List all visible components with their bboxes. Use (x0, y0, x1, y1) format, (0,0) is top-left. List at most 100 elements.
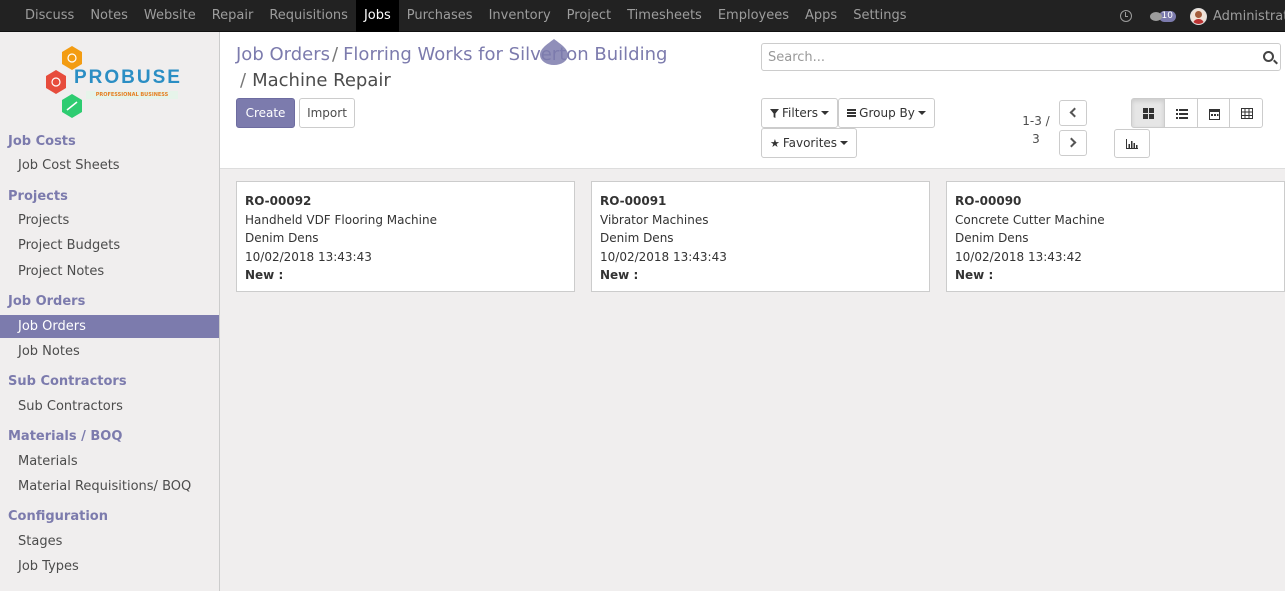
logo-wordmark: PROBUSE (74, 67, 182, 88)
menu-notes[interactable]: Notes (82, 0, 136, 32)
card-stage: New : (600, 268, 639, 282)
company-logo[interactable]: PROBUSE PROFESSIONAL BUSINESS (42, 44, 182, 120)
kanban-grid-icon (1143, 108, 1154, 119)
menu-timesheets[interactable]: Timesheets (619, 0, 710, 32)
table-grid-icon (1241, 108, 1253, 119)
bar-chart-icon (1126, 139, 1138, 149)
card-date: 10/02/2018 13:43:43 (600, 249, 727, 264)
main-menu: Discuss Notes Website Repair Requisition… (17, 0, 915, 32)
filter-funnel-icon (770, 108, 779, 118)
sidebar-item-job-notes[interactable]: Job Notes (0, 340, 219, 363)
job-order-card[interactable]: RO-00092 Handheld VDF Flooring Machine D… (236, 181, 575, 292)
section-job-orders: Job Orders (8, 294, 86, 309)
breadcrumb-current-row: / Machine Repair (240, 69, 391, 93)
chat-bubble-icon (1149, 11, 1162, 21)
breadcrumb: Job Orders / Florring Works for Silverton … (236, 43, 667, 67)
systray: 10 Administrator (1119, 0, 1285, 32)
search-box (761, 43, 1281, 71)
chevron-down-icon (917, 111, 926, 115)
card-stage: New : (245, 268, 284, 282)
card-customer: Denim Dens (955, 231, 1029, 245)
job-order-card[interactable]: RO-00091 Vibrator Machines Denim Dens 10… (591, 181, 930, 292)
list-icon (1176, 109, 1188, 119)
card-date: 10/02/2018 13:43:42 (955, 249, 1082, 264)
job-order-card[interactable]: RO-00090 Concrete Cutter Machine Denim D… (946, 181, 1285, 292)
groupby-label: Group By (859, 106, 915, 120)
breadcrumb-separator: / (240, 70, 247, 91)
card-product-name: Concrete Cutter Machine (955, 212, 1105, 227)
list-view-button[interactable] (1164, 98, 1198, 128)
create-button[interactable]: Create (236, 98, 295, 128)
pager-value[interactable]: 1-3 / 3 (1018, 112, 1054, 148)
menu-settings[interactable]: Settings (845, 0, 914, 32)
section-projects: Projects (8, 189, 68, 204)
section-sub-contractors: Sub Contractors (8, 374, 127, 389)
group-bars-icon (847, 109, 857, 117)
card-product-name: Vibrator Machines (600, 212, 709, 227)
card-customer: Denim Dens (600, 231, 674, 245)
breadcrumb-current: Machine Repair (252, 70, 391, 91)
pager-next-button[interactable] (1059, 130, 1087, 156)
menu-employees[interactable]: Employees (710, 0, 797, 32)
sidebar-item-stages[interactable]: Stages (0, 530, 219, 553)
sidebar-item-project-notes[interactable]: Project Notes (0, 260, 219, 283)
card-stage: New : (955, 268, 994, 282)
calendar-view-button[interactable] (1197, 98, 1231, 128)
breadcrumb-parent[interactable]: Florring Works for Silverton Building (343, 44, 667, 65)
mouse-cursor-drop-icon (540, 31, 568, 65)
sidebar-item-material-requisitions[interactable]: Material Requisitions/ BOQ (0, 475, 219, 498)
filters-label: Filters (782, 106, 818, 120)
sidebar-item-sub-contractors[interactable]: Sub Contractors (0, 395, 219, 418)
breadcrumb-root[interactable]: Job Orders (236, 44, 330, 65)
kanban-view: RO-00092 Handheld VDF Flooring Machine D… (220, 169, 1285, 591)
menu-requisitions[interactable]: Requisitions (261, 0, 356, 32)
menu-repair[interactable]: Repair (204, 0, 262, 32)
graph-view-button[interactable] (1114, 129, 1150, 158)
star-icon: ★ (769, 136, 780, 150)
pager-previous-button[interactable] (1059, 100, 1087, 126)
import-button[interactable]: Import (299, 98, 355, 128)
kanban-view-button[interactable] (1131, 98, 1165, 128)
search-icon[interactable] (1263, 51, 1274, 62)
card-reference: RO-00091 (600, 194, 667, 208)
search-input[interactable] (762, 44, 1252, 70)
card-customer: Denim Dens (245, 231, 319, 245)
sidebar: PROBUSE PROFESSIONAL BUSINESS Job Costs … (0, 32, 220, 591)
menu-jobs[interactable]: Jobs (355, 0, 399, 32)
user-avatar[interactable] (1190, 7, 1207, 25)
pivot-view-button[interactable] (1229, 98, 1263, 128)
menu-discuss[interactable]: Discuss (17, 0, 82, 32)
groupby-dropdown[interactable]: Group By (838, 98, 935, 128)
breadcrumb-separator: / (332, 44, 339, 65)
menu-project[interactable]: Project (559, 0, 619, 32)
chevron-right-icon (1066, 137, 1077, 148)
chevron-down-icon (820, 111, 829, 115)
menu-inventory[interactable]: Inventory (481, 0, 559, 32)
chevron-left-icon (1069, 107, 1080, 118)
card-date: 10/02/2018 13:43:43 (245, 249, 372, 264)
sidebar-item-job-types[interactable]: Job Types (0, 555, 219, 578)
sidebar-item-projects[interactable]: Projects (0, 209, 219, 232)
sidebar-item-project-budgets[interactable]: Project Budgets (0, 234, 219, 257)
activity-clock-icon[interactable] (1119, 10, 1132, 22)
top-navbar: Discuss Notes Website Repair Requisition… (0, 0, 1285, 32)
logo-tagline: PROFESSIONAL BUSINESS (86, 91, 178, 99)
chevron-down-icon (840, 141, 849, 145)
sidebar-item-job-cost-sheets[interactable]: Job Cost Sheets (0, 154, 219, 177)
menu-website[interactable]: Website (136, 0, 204, 32)
section-configuration: Configuration (8, 509, 108, 524)
messaging-menu[interactable]: 10 (1149, 10, 1176, 22)
card-product-name: Handheld VDF Flooring Machine (245, 212, 437, 227)
user-menu-name[interactable]: Administrator (1213, 9, 1285, 24)
sidebar-item-job-orders[interactable]: Job Orders (0, 315, 219, 338)
section-job-costs: Job Costs (8, 134, 76, 149)
favorites-dropdown[interactable]: ★ Favorites (761, 128, 857, 158)
section-materials-boq: Materials / BOQ (8, 429, 123, 444)
menu-apps[interactable]: Apps (797, 0, 845, 32)
favorites-label: Favorites (782, 136, 838, 150)
filters-dropdown[interactable]: Filters (761, 98, 838, 128)
calendar-icon (1209, 109, 1220, 120)
sidebar-item-materials[interactable]: Materials (0, 450, 219, 473)
card-reference: RO-00090 (955, 194, 1022, 208)
menu-purchases[interactable]: Purchases (399, 0, 481, 32)
